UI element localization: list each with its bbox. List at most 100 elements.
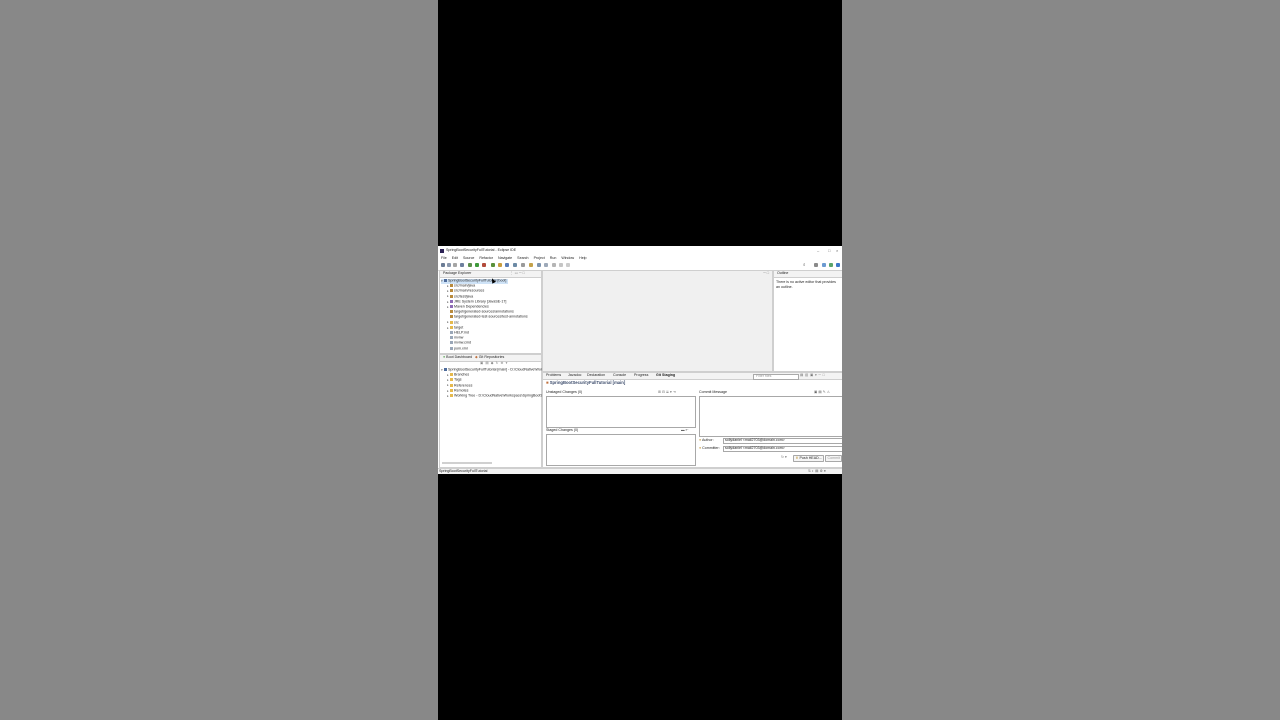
tree-item[interactable]: pom.xml <box>447 346 468 352</box>
tree-item-label: src/main/java <box>454 283 476 288</box>
staging-toolbar[interactable]: ▤ ▥ ▣ ▾ ─ □ <box>800 373 825 378</box>
tab-package-explorer[interactable]: Package Explorer <box>443 272 471 276</box>
unstaged-toolbar[interactable]: ⊞ ⊟ ⇊ ▾ ⇥ <box>658 390 676 395</box>
menu-search[interactable]: Search <box>517 256 528 260</box>
git-repositories-view: ● Boot Dashboard ◆ Git Repositories ▣ ▤ … <box>439 354 609 468</box>
tab-boot-dashboard[interactable]: ● Boot Dashboard <box>443 355 472 360</box>
outline-message: There is no active editor that provides … <box>776 280 836 289</box>
tree-item-label: target <box>454 325 464 330</box>
tree-item-label: pom.xml <box>454 346 468 351</box>
back-icon[interactable] <box>552 263 556 267</box>
tab-console[interactable]: Console <box>613 374 626 378</box>
package-explorer-tabbar: Package Explorer ⋮ ▭ ─ □ <box>440 271 541 278</box>
print-icon[interactable] <box>460 263 464 267</box>
file-icon <box>450 346 453 350</box>
file-icon <box>450 336 453 340</box>
external-tools-icon[interactable] <box>482 263 486 267</box>
menu-project[interactable]: Project <box>534 256 545 260</box>
unstaged-label: Unstaged Changes (0) <box>546 390 583 394</box>
run-icon[interactable] <box>475 263 479 267</box>
tab-outline[interactable]: Outline <box>777 272 788 276</box>
push-head-button[interactable]: ⬆ Push HEAD... <box>793 455 825 462</box>
committer-field[interactable]: sollydaniel <mail2703@domain.com> <box>723 446 842 452</box>
forward-icon[interactable] <box>559 263 563 267</box>
title-bar: SpringBootSecurityFullTutorial - Eclipse… <box>438 246 842 255</box>
menu-edit[interactable]: Edit <box>452 256 458 260</box>
menu-source[interactable]: Source <box>463 256 474 260</box>
tree-item[interactable]: target/generated-test-sources/test-annot… <box>447 315 528 320</box>
last-edit-icon[interactable] <box>566 263 570 267</box>
tab-git-staging[interactable]: Git Staging <box>656 374 675 378</box>
tab-declaration[interactable]: Declaration <box>587 374 605 378</box>
menu-window[interactable]: Window <box>561 256 574 260</box>
staged-toolbar[interactable]: ▬ ⇤ <box>681 428 689 433</box>
author-field[interactable]: sollydaniel <mail2703@domain.com> <box>723 438 842 444</box>
filter-files-input[interactable]: Filter files <box>753 373 799 380</box>
new-class-icon[interactable] <box>505 263 509 267</box>
editor-minmax-icon[interactable]: ─ □ <box>763 271 769 276</box>
search-toolbar-icon[interactable] <box>521 263 525 267</box>
tab-git-repositories[interactable]: ◆ Git Repositories <box>475 355 504 360</box>
new-java-project-icon[interactable] <box>491 263 495 267</box>
menu-refactor[interactable]: Refactor <box>479 256 493 260</box>
minimize-icon[interactable]: – <box>817 248 819 253</box>
committer-icon: ● <box>699 446 702 450</box>
video-letterbox-bottom <box>438 474 842 720</box>
search-icon[interactable]: ⌕ <box>803 262 806 268</box>
committer-label: ● Committer: <box>699 446 720 450</box>
tab-progress[interactable]: Progress <box>634 374 648 378</box>
tree-item-label: src/main/resources <box>454 289 485 294</box>
menu-file[interactable]: File <box>441 256 447 260</box>
git-repos-toolbar[interactable]: ▣ ▤ ◆ ↻ ⊕ ▾ <box>480 361 508 366</box>
tree-item-label: target/generated-test-sources/test-annot… <box>454 315 528 320</box>
horizontal-scrollbar[interactable] <box>442 462 492 464</box>
commit-button[interactable]: Commit <box>825 455 842 462</box>
outline-view: Outline There is no active editor that p… <box>773 270 842 372</box>
author-label: ● Author: <box>699 438 714 442</box>
folder-icon <box>450 325 453 329</box>
eclipse-app-icon <box>440 248 444 253</box>
package-explorer-view: Package Explorer ⋮ ▭ ─ □ ▾ SpringBootSecu… <box>439 270 542 354</box>
tree-item-label: Branches <box>454 372 470 377</box>
commit-message-input[interactable] <box>699 396 842 437</box>
java-perspective-icon[interactable] <box>836 263 840 267</box>
debug-icon[interactable] <box>468 263 472 267</box>
perspective-open-icon[interactable] <box>814 263 818 267</box>
video-letterbox-top <box>438 0 842 246</box>
new-package-icon[interactable] <box>498 263 502 267</box>
file-icon <box>450 331 453 334</box>
menu-help[interactable]: Help <box>579 256 586 260</box>
tree-item-label: src/test/java <box>454 294 474 299</box>
save-all-icon[interactable] <box>453 263 457 267</box>
tab-javadoc[interactable]: Javadoc <box>568 374 581 378</box>
menu-run[interactable]: Run <box>550 256 557 260</box>
java-ee-perspective-icon[interactable] <box>822 263 826 267</box>
refresh-icon[interactable]: ↻ ▾ <box>781 455 787 460</box>
annotation-prev-icon[interactable] <box>544 263 548 267</box>
commit-message-toolbar[interactable]: ▣ ▤ ✎ ⚠ <box>814 390 830 395</box>
close-icon[interactable]: × <box>836 248 838 253</box>
tree-item-label: HELP.md <box>454 330 469 335</box>
tree-item-label: Tags <box>454 378 462 383</box>
commit-message-label: Commit Message <box>699 390 727 394</box>
spring-perspective-icon[interactable] <box>829 263 833 267</box>
eclipse-window: SpringBootSecurityFullTutorial - Eclipse… <box>438 246 842 474</box>
open-type-icon[interactable] <box>513 263 517 267</box>
save-icon[interactable] <box>447 263 451 267</box>
package-explorer-tree: ▾ SpringBootSecurityFullTutorial [boot] ▸ s… <box>440 279 541 353</box>
maximize-icon[interactable]: □ <box>828 248 830 253</box>
tree-item-label: JRE System Library [JavaSE-17] <box>454 299 507 304</box>
tree-item-label: SpringBootSecurityFullTutorial [boot] <box>448 278 507 283</box>
staged-changes-list[interactable] <box>546 434 696 466</box>
new-icon[interactable] <box>441 263 445 267</box>
view-menu-icon[interactable]: ⋮ ▭ ─ □ <box>510 271 525 276</box>
package-folder-icon <box>450 315 453 319</box>
open-task-icon[interactable] <box>529 263 533 267</box>
author-icon: ● <box>699 438 702 442</box>
package-folder-icon <box>450 294 453 298</box>
status-bar-icons[interactable]: ⇅ ◐ ▤ ⚙ ● <box>808 469 826 474</box>
annotation-next-icon[interactable] <box>537 263 541 267</box>
tab-problems[interactable]: Problems <box>546 374 561 378</box>
menu-navigate[interactable]: Navigate <box>498 256 512 260</box>
unstaged-changes-list[interactable] <box>546 396 696 428</box>
